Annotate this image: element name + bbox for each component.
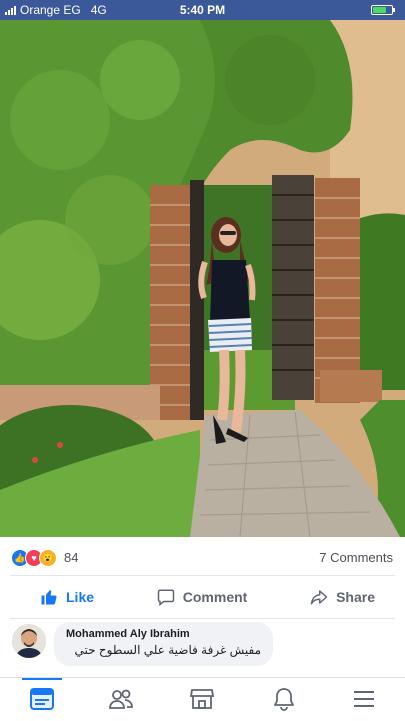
reaction-icons: 👍 ♥ 😮 bbox=[11, 549, 57, 567]
friends-tab[interactable] bbox=[107, 686, 135, 712]
reaction-count[interactable]: 84 bbox=[64, 550, 78, 565]
share-label: Share bbox=[336, 589, 375, 605]
thumbs-up-icon bbox=[41, 590, 57, 605]
menu-tab[interactable] bbox=[350, 686, 378, 712]
comments-count-link[interactable]: 7 Comments bbox=[319, 550, 393, 565]
menu-icon bbox=[354, 691, 374, 707]
post-photo[interactable] bbox=[0, 20, 405, 537]
notifications-tab[interactable] bbox=[270, 686, 298, 712]
news-feed-icon bbox=[30, 688, 54, 710]
like-label: Like bbox=[66, 589, 95, 605]
friends-icon bbox=[109, 689, 133, 709]
comment-bubble-icon bbox=[157, 589, 175, 606]
like-button[interactable]: Like bbox=[10, 588, 114, 606]
comment: Mohammed Aly Ibrahim مفيش غرفة فاضية علي… bbox=[0, 620, 405, 670]
comment-text: مفيش غرفة فاضية علي السطوح حتي bbox=[74, 643, 261, 657]
comment-label: Comment bbox=[182, 589, 248, 605]
commenter-avatar[interactable] bbox=[12, 624, 46, 658]
garden-gate-photo bbox=[0, 20, 405, 537]
clock: 5:40 PM bbox=[179, 3, 226, 17]
status-bar: Orange EG 4G 5:40 PM bbox=[0, 0, 405, 20]
reactions-summary[interactable]: 👍 ♥ 😮 84 7 Comments bbox=[0, 540, 405, 574]
comment-button[interactable]: Comment bbox=[137, 588, 268, 606]
marketplace-icon bbox=[190, 689, 214, 709]
post-action-bar: Like Comment Share bbox=[10, 575, 395, 619]
wow-reaction-icon: 😮 bbox=[39, 549, 57, 567]
comment-author[interactable]: Mohammed Aly Ibrahim bbox=[66, 628, 261, 640]
battery-icon bbox=[371, 5, 395, 15]
share-button[interactable]: Share bbox=[290, 588, 395, 606]
news-feed-tab[interactable] bbox=[28, 686, 56, 712]
notifications-bell-icon bbox=[274, 688, 294, 711]
battery-level bbox=[373, 7, 386, 13]
active-tab-indicator bbox=[22, 678, 62, 680]
share-arrow-icon bbox=[310, 590, 328, 605]
comment-bubble[interactable]: Mohammed Aly Ibrahim مفيش غرفة فاضية علي… bbox=[54, 622, 273, 666]
bottom-tab-bar bbox=[0, 677, 405, 721]
marketplace-tab[interactable] bbox=[188, 686, 216, 712]
avatar-image bbox=[12, 624, 46, 658]
